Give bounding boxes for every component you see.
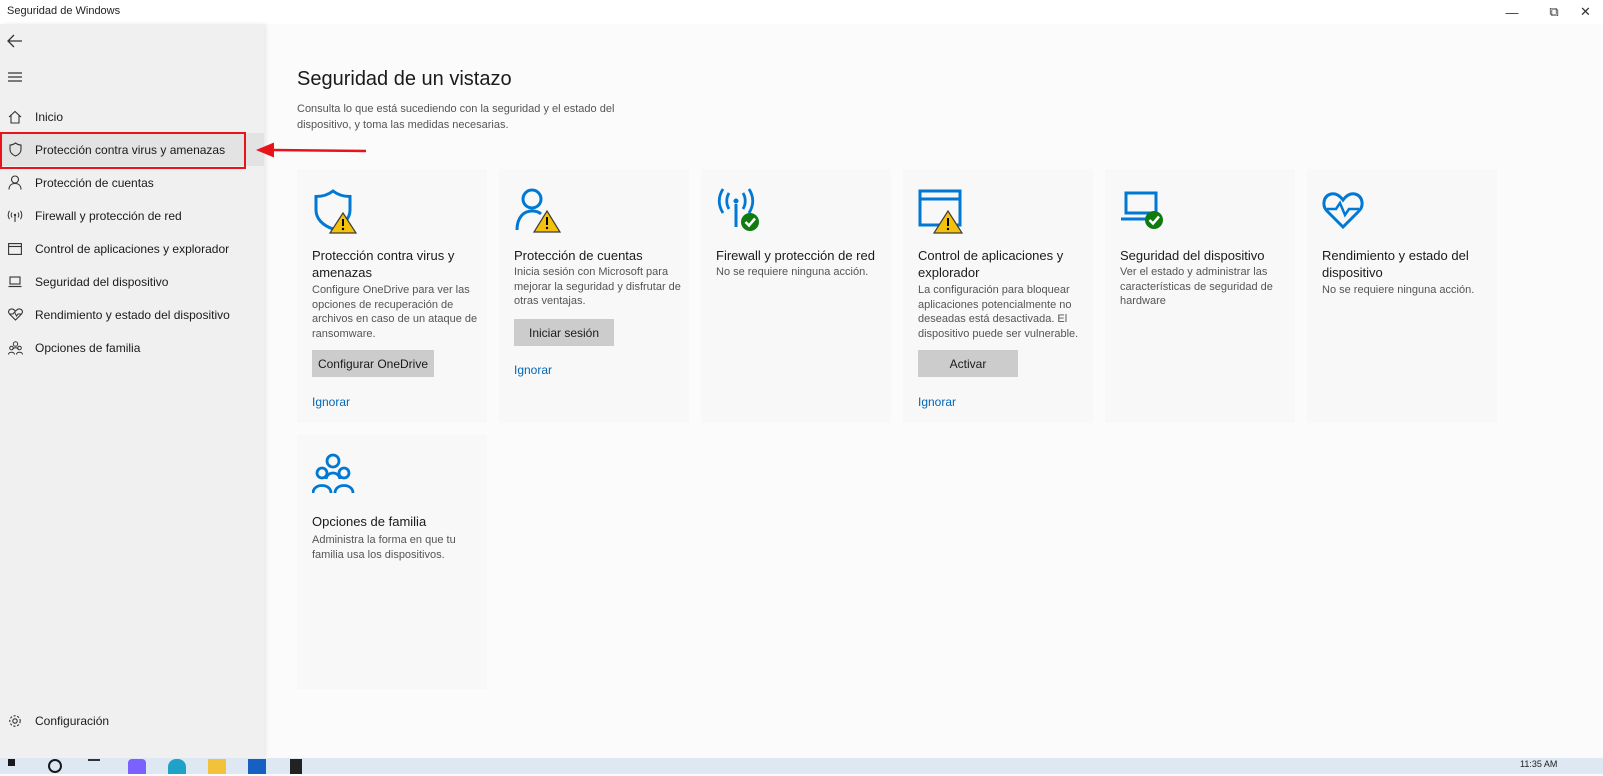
card-device-security[interactable]: Seguridad del dispositivo Ver el estado …: [1105, 169, 1295, 423]
shield-warning-icon: [314, 189, 358, 234]
card-virus-protection[interactable]: Protección contra virus y amenazas Confi…: [297, 169, 487, 423]
card-description: La configuración para bloquear aplicacio…: [918, 284, 1079, 340]
laptop-icon: [2, 272, 28, 292]
page-title: Seguridad de un vistazo: [297, 68, 512, 90]
card-account-protection[interactable]: Protección de cuentas Inicia sesión con …: [499, 169, 689, 423]
edge-icon[interactable]: [168, 759, 186, 774]
sidebar-item-settings[interactable]: Configuración: [0, 704, 264, 737]
heart-pulse-icon: [1322, 192, 1364, 230]
card-description: No se requiere ninguna acción.: [1322, 284, 1475, 296]
card-title: Seguridad del dispositivo: [1120, 248, 1265, 263]
sidebar-item-label: Inicio: [35, 109, 64, 124]
card-title: Rendimiento y estado del dispositivo: [1322, 248, 1469, 280]
file-explorer-icon[interactable]: [208, 759, 226, 774]
card-title: Opciones de familia: [312, 514, 427, 529]
sidebar-item-device-security[interactable]: Seguridad del dispositivo: [0, 265, 264, 298]
wifi-antenna-icon: [2, 206, 28, 226]
family-icon: [2, 338, 28, 358]
hamburger-icon: [8, 72, 22, 82]
card-description: Inicia sesión con Microsoft para mejorar…: [514, 266, 681, 307]
menu-button[interactable]: [0, 62, 30, 92]
copilot-icon[interactable]: [128, 759, 146, 774]
firewall-ok-icon: [717, 188, 759, 231]
window-title: Seguridad de Windows: [7, 5, 121, 17]
home-icon: [2, 107, 28, 127]
sign-in-button[interactable]: Iniciar sesión: [514, 319, 614, 346]
annotation-highlight-box: [0, 132, 246, 169]
start-icon[interactable]: [8, 759, 24, 774]
search-icon[interactable]: [48, 759, 62, 773]
person-icon: [2, 173, 28, 193]
card-family-options[interactable]: Opciones de familia Administra la forma …: [297, 435, 487, 689]
sidebar-item-label: Firewall y protección de red: [35, 208, 182, 223]
minimize-button[interactable]: —: [1492, 0, 1532, 24]
card-app-control[interactable]: Control de aplicaciones y explorador La …: [903, 169, 1093, 423]
person-warning-icon: [515, 188, 562, 233]
family-icon: [312, 453, 355, 494]
clock[interactable]: 11:35 AM: [1520, 759, 1557, 769]
card-title: Protección de cuentas: [514, 248, 643, 263]
ignore-link[interactable]: Ignorar: [918, 395, 956, 409]
taskbar: 11:35 AM: [0, 758, 1603, 774]
heart-icon: [2, 305, 28, 325]
task-view-icon[interactable]: [88, 759, 100, 776]
store-icon[interactable]: [290, 759, 302, 774]
sidebar-item-firewall[interactable]: Firewall y protección de red: [0, 199, 264, 232]
card-description: No se requiere ninguna acción.: [716, 266, 869, 278]
laptop-ok-icon: [1121, 191, 1163, 229]
sidebar-item-label: Protección de cuentas: [35, 175, 154, 190]
close-button[interactable]: ✕: [1568, 0, 1603, 24]
gear-icon: [2, 711, 28, 731]
sidebar-item-app-control[interactable]: Control de aplicaciones y explorador: [0, 232, 264, 265]
card-firewall[interactable]: Firewall y protección de red No se requi…: [701, 169, 891, 423]
back-button[interactable]: [0, 26, 30, 56]
sidebar-item-label: Control de aplicaciones y explorador: [35, 241, 230, 256]
card-title: Protección contra virus y amenazas: [312, 248, 455, 280]
activate-button[interactable]: Activar: [918, 350, 1018, 377]
sidebar-item-device-performance[interactable]: Rendimiento y estado del dispositivo: [0, 298, 264, 331]
card-description: Configure OneDrive para ver las opciones…: [312, 284, 478, 340]
sidebar-item-account-protection[interactable]: Protección de cuentas: [0, 166, 264, 199]
back-arrow-icon: [7, 34, 22, 48]
card-description: Administra la forma en que tu familia us…: [312, 534, 456, 561]
configure-onedrive-button[interactable]: Configurar OneDrive: [312, 350, 434, 377]
card-description: Ver el estado y administrar las caracter…: [1120, 266, 1273, 307]
browser-window-icon: [2, 239, 28, 259]
browser-warning-icon: [918, 189, 964, 234]
card-title: Control de aplicaciones y explorador: [918, 248, 1064, 280]
sidebar-item-label: Rendimiento y estado del dispositivo: [35, 307, 230, 322]
settings-label: Configuración: [35, 713, 110, 728]
title-bar: Seguridad de Windows — ⧉ ✕: [0, 0, 1603, 24]
sidebar-item-inicio[interactable]: Inicio: [0, 100, 264, 133]
page-description: Consulta lo que está sucediendo con la s…: [297, 103, 615, 131]
main-content: Seguridad de un vistazo Consulta lo que …: [264, 24, 1603, 758]
ignore-link[interactable]: Ignorar: [514, 363, 552, 377]
ignore-link[interactable]: Ignorar: [312, 395, 350, 409]
card-title: Firewall y protección de red: [716, 248, 875, 263]
sidebar-item-label: Seguridad del dispositivo: [35, 274, 169, 289]
sidebar-item-label: Opciones de familia: [35, 340, 141, 355]
card-device-performance[interactable]: Rendimiento y estado del dispositivo No …: [1307, 169, 1497, 423]
sidebar-item-family-options[interactable]: Opciones de familia: [0, 331, 264, 364]
windows-security-taskbar-icon[interactable]: [248, 759, 266, 774]
